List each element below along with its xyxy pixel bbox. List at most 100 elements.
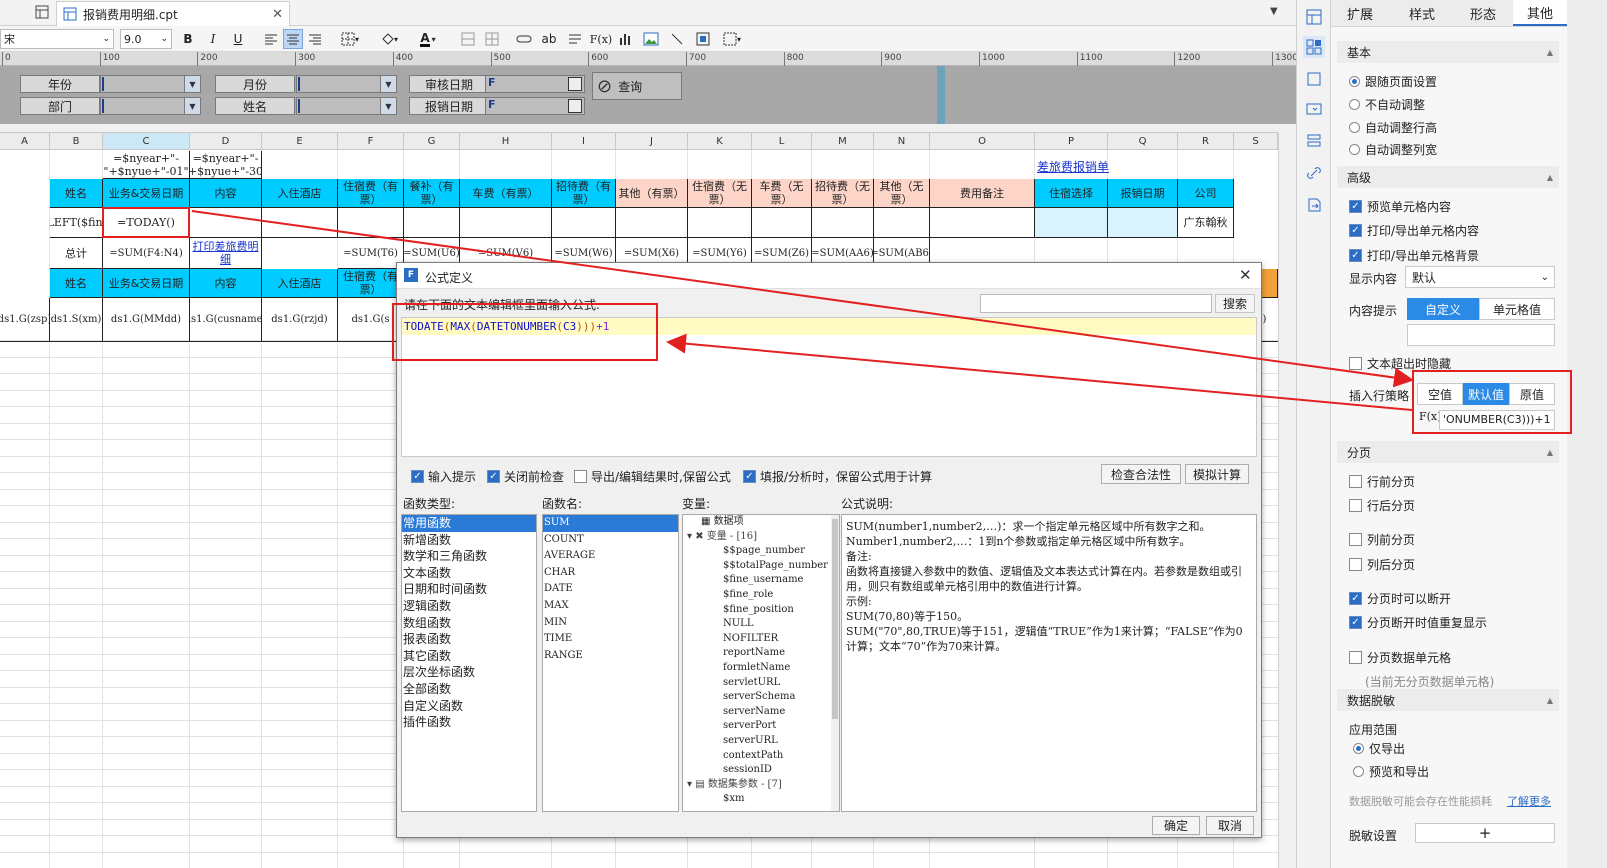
option-input-hint[interactable]: ✓ 输入提示 — [411, 468, 476, 485]
data-item-node[interactable]: ▦ 数据项 — [683, 515, 839, 530]
function-type-item[interactable]: 逻辑函数 — [402, 598, 536, 615]
option-print-content[interactable]: ✓ 打印/导出单元格内容 — [1349, 222, 1479, 239]
fill-color-icon[interactable]: ▾ — [376, 29, 402, 49]
total-cell[interactable]: =SUM(F4:N4) — [103, 238, 190, 269]
function-type-item[interactable]: 日期和时间函数 — [402, 581, 536, 598]
function-type-item[interactable]: 新增函数 — [402, 532, 536, 549]
option-preview-export[interactable]: 预览和导出 — [1353, 763, 1429, 780]
option-check-before-close[interactable]: ✓ 关闭前检查 — [487, 468, 564, 485]
data-cell[interactable]: ds1.G(zsp) — [0, 298, 50, 342]
column-header[interactable]: P — [1035, 133, 1108, 150]
column-header[interactable]: B — [50, 133, 103, 150]
font-name-select[interactable]: 宋 ⌄ — [0, 29, 114, 49]
variable-tree[interactable]: ▦ 数据项 ▾ ✖ 变量 - [16] $$page_number $$totalPa… — [682, 514, 840, 812]
float-element-icon[interactable] — [1305, 70, 1323, 88]
data-cell[interactable] — [688, 208, 752, 238]
align-center-icon[interactable] — [283, 29, 303, 49]
display-content-select[interactable]: 默认 ⌄ — [1405, 266, 1555, 288]
calendar-icon[interactable] — [568, 77, 582, 91]
total-cell[interactable]: =SUM(T6) — [338, 238, 404, 269]
function-name-item[interactable]: RANGE — [543, 648, 678, 665]
search-button[interactable]: 搜索 — [1215, 294, 1255, 313]
column-header[interactable]: N — [874, 133, 930, 150]
total-cell[interactable]: 打印差旅费明细 — [190, 238, 262, 269]
dataset-param-group-node[interactable]: ▾ ▤ 数据集参数 - [7] — [683, 778, 839, 793]
column-header[interactable]: L — [752, 133, 812, 150]
function-type-item[interactable]: 数学和三角函数 — [402, 548, 536, 565]
function-search-input[interactable] — [980, 294, 1212, 313]
option-page-before-col[interactable]: 列前分页 — [1349, 531, 1415, 548]
more-widget-icon[interactable]: ▾ — [718, 29, 746, 49]
section-paging[interactable]: 分页 ▲ — [1337, 441, 1559, 463]
travel-form-link[interactable]: 差旅费报销单 — [1037, 158, 1109, 175]
function-name-item[interactable]: MAX — [543, 598, 678, 615]
option-page-after-col[interactable]: 列后分页 — [1349, 556, 1415, 573]
option-preview-content[interactable]: ✓ 预览单元格内容 — [1349, 198, 1451, 215]
simulate-button[interactable]: 模拟计算 — [1185, 464, 1249, 484]
close-tab-icon[interactable]: ✕ — [272, 7, 283, 22]
data-cell[interactable] — [404, 208, 460, 238]
hint-text-input[interactable] — [1407, 324, 1555, 346]
function-name-item[interactable]: AVERAGE — [543, 548, 678, 565]
data-cell[interactable]: =LEFT($fine_ — [50, 208, 103, 238]
dropdown-arrow-icon[interactable]: ▼ — [380, 76, 396, 92]
data-cell[interactable] — [930, 208, 1035, 238]
hint-custom-button[interactable]: 自定义 — [1407, 298, 1479, 320]
variable-item[interactable]: serverURL — [683, 734, 839, 749]
column-header[interactable]: S — [1234, 133, 1278, 150]
option-page-before-row[interactable]: 行前分页 — [1349, 473, 1415, 490]
column-header[interactable]: H — [460, 133, 552, 150]
data-cell[interactable] — [460, 208, 552, 238]
column-header[interactable]: F — [338, 133, 404, 150]
option-keep-formula-fill[interactable]: ✓ 填报/分析时，保留公式用于计算 — [743, 468, 932, 485]
font-size-select[interactable]: 9.0 ⌄ — [120, 29, 172, 49]
link-icon[interactable] — [515, 29, 533, 49]
learn-more-link[interactable]: 了解更多 — [1507, 793, 1551, 809]
function-type-item[interactable]: 数组函数 — [402, 615, 536, 632]
function-type-item[interactable]: 自定义函数 — [402, 698, 536, 715]
image-icon[interactable] — [642, 29, 660, 49]
column-header[interactable]: O — [930, 133, 1035, 150]
column-header[interactable]: K — [688, 133, 752, 150]
option-export-only[interactable]: 仅导出 — [1353, 740, 1405, 757]
chart-icon[interactable] — [616, 29, 634, 49]
column-header[interactable]: J — [616, 133, 688, 150]
function-name-item[interactable]: TIME — [543, 631, 678, 648]
option-no-auto-adjust[interactable]: 不自动调整 — [1349, 96, 1425, 113]
date-picker-field[interactable]: F — [485, 75, 585, 93]
variable-item[interactable]: formletName — [683, 661, 839, 676]
function-name-item[interactable]: DATE — [543, 581, 678, 598]
bold-button[interactable]: B — [180, 29, 196, 49]
border-icon[interactable]: ▾ — [338, 29, 362, 49]
tree-scroll-thumb[interactable] — [832, 519, 838, 719]
function-type-item[interactable]: 其它函数 — [402, 648, 536, 665]
tab-report-file[interactable]: 报销费用明细.cpt ✕ — [56, 1, 290, 26]
data-cell[interactable] — [190, 208, 262, 238]
data-cell[interactable] — [262, 208, 338, 238]
variable-item[interactable]: sessionID — [683, 763, 839, 778]
cell-attr-icon[interactable] — [1305, 8, 1323, 26]
option-auto-col-width[interactable]: 自动调整列宽 — [1349, 141, 1437, 158]
variable-item[interactable]: $fine_role — [683, 588, 839, 603]
data-cell[interactable]: ds1.S(xm) — [50, 298, 103, 342]
variable-item[interactable]: $fine_username — [683, 573, 839, 588]
variable-item[interactable]: contextPath — [683, 749, 839, 764]
option-page-after-row[interactable]: 行后分页 — [1349, 497, 1415, 514]
option-page-data-cell[interactable]: 分页数据单元格 — [1349, 649, 1451, 666]
variable-item[interactable]: servletURL — [683, 676, 839, 691]
data-cell[interactable] — [1108, 208, 1178, 238]
variable-item[interactable]: reportName — [683, 646, 839, 661]
function-type-list[interactable]: 常用函数 新增函数 数学和三角函数 文本函数 日期和时间函数 逻辑函数 数组函数 报表函数 其它… — [401, 514, 537, 812]
param-combo[interactable]: ▼ — [296, 97, 397, 115]
variable-item[interactable]: $fine_position — [683, 603, 839, 618]
tab-dropdown-icon[interactable]: ▼ — [1270, 6, 1278, 17]
dropdown-arrow-icon[interactable]: ▼ — [380, 98, 396, 114]
column-header[interactable]: G — [404, 133, 460, 150]
column-header[interactable]: A — [0, 133, 50, 150]
date-picker-field[interactable]: F — [485, 97, 585, 115]
variable-item[interactable]: NULL — [683, 617, 839, 632]
tab-form[interactable]: 形态 — [1453, 0, 1513, 26]
data-cell[interactable] — [752, 208, 812, 238]
function-type-item[interactable]: 报表函数 — [402, 631, 536, 648]
data-cell[interactable] — [552, 208, 616, 238]
